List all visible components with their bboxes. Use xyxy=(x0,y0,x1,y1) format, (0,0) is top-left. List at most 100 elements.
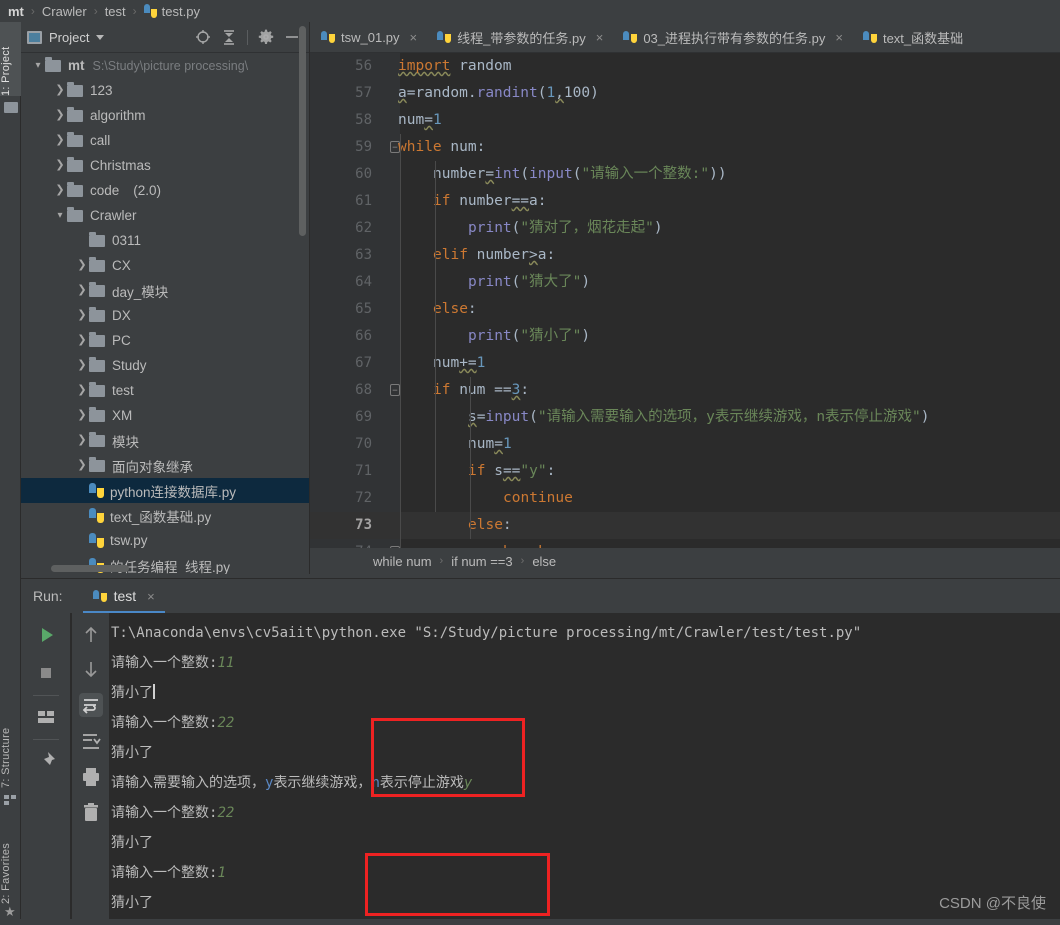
chevron-down-icon[interactable] xyxy=(96,34,105,40)
tree-item-0311[interactable]: 0311 xyxy=(21,228,310,253)
code-line-69[interactable]: 69 s=input("请输入需要输入的选项，y表示继续游戏，n表示停止游戏") xyxy=(310,404,1060,431)
chevron-right-icon[interactable]: ❯ xyxy=(75,335,89,346)
console-output[interactable]: T:\Anaconda\envs\cv5aiit\python.exe "S:/… xyxy=(111,613,1060,925)
chevron-right-icon[interactable]: ❯ xyxy=(75,385,89,396)
code-editor[interactable]: 56 import random 57 a=random.randint(1,100)… xyxy=(310,53,1060,548)
chevron-right-icon[interactable]: ❯ xyxy=(75,260,89,271)
tree-item-python连接数据库.py[interactable]: python连接数据库.py xyxy=(21,478,310,503)
chevron-right-icon[interactable]: ❯ xyxy=(75,285,89,296)
chevron-right-icon[interactable]: ❯ xyxy=(53,110,67,121)
code-token: : xyxy=(520,382,530,398)
tree-item-CX[interactable]: ❯ CX xyxy=(21,253,310,278)
run-icon[interactable] xyxy=(34,623,58,647)
chevron-down-icon[interactable]: ▾ xyxy=(53,210,67,221)
code-content[interactable]: 56 import random 57 a=random.randint(1,100)… xyxy=(310,53,1060,548)
chevron-down-icon[interactable]: ▾ xyxy=(31,60,45,71)
code-line-71[interactable]: 71 if s=="y": xyxy=(310,458,1060,485)
breadcrumb-item-test[interactable]: test xyxy=(105,4,126,19)
editor-tab-2[interactable]: 03_进程执行带有参数的任务.py × xyxy=(612,22,852,52)
tree-item-DX[interactable]: ❯ DX xyxy=(21,303,310,328)
code-line-73[interactable]: 73 else: xyxy=(310,512,1060,539)
tree-item-面向对象继承[interactable]: ❯ 面向对象继承 xyxy=(21,453,310,478)
code-line-72[interactable]: 72 continue xyxy=(310,485,1060,512)
close-icon[interactable]: × xyxy=(596,30,604,45)
code-line-58[interactable]: 58 num=1 xyxy=(310,107,1060,134)
chevron-right-icon[interactable]: ❯ xyxy=(75,410,89,421)
code-line-66[interactable]: 66 print("猜小了") xyxy=(310,323,1060,350)
code-line-67[interactable]: 67 num+=1 xyxy=(310,350,1060,377)
scroll-to-end-icon[interactable] xyxy=(79,729,103,753)
tree-item-code[interactable]: ❯ code (2.0) xyxy=(21,178,310,203)
close-icon[interactable]: × xyxy=(147,589,155,604)
chevron-right-icon[interactable]: ❯ xyxy=(53,185,67,196)
code-breadcrumb-item-1[interactable]: if num ==3 xyxy=(451,554,512,569)
editor-tab-3[interactable]: text_函数基础 xyxy=(852,22,972,52)
chevron-right-icon[interactable]: ❯ xyxy=(53,160,67,171)
code-line-61[interactable]: 61 if number==a: xyxy=(310,188,1060,215)
code-token: ( xyxy=(520,166,530,182)
tree-item-PC[interactable]: ❯ PC xyxy=(21,328,310,353)
breadcrumb-item-mt[interactable]: mt xyxy=(8,4,24,19)
sidebar-item-project[interactable]: 1: Project xyxy=(0,22,21,96)
code-line-68[interactable]: 68 − if num ==3: xyxy=(310,377,1060,404)
minimize-icon[interactable] xyxy=(284,29,300,45)
code-line-62[interactable]: 62 print("猜对了，烟花走起") xyxy=(310,215,1060,242)
code-line-63[interactable]: 63 elif number>a: xyxy=(310,242,1060,269)
breadcrumb-item-file[interactable]: test.py xyxy=(162,4,200,19)
chevron-right-icon[interactable]: ❯ xyxy=(75,460,89,471)
code-line-70[interactable]: 70 num=1 xyxy=(310,431,1060,458)
down-arrow-icon[interactable] xyxy=(79,657,103,681)
close-icon[interactable]: × xyxy=(410,30,418,45)
close-icon[interactable]: × xyxy=(835,30,843,45)
pin-icon[interactable] xyxy=(34,749,58,773)
tree-item-call[interactable]: ❯ call xyxy=(21,128,310,153)
sidebar-item-structure[interactable]: 7: Structure xyxy=(0,702,21,788)
editor-tab-0[interactable]: tsw_01.py × xyxy=(310,22,426,52)
sidebar-item-favorites[interactable]: 2: Favorites xyxy=(0,822,21,904)
gear-icon[interactable] xyxy=(258,29,274,45)
fold-toggle-icon[interactable]: − xyxy=(390,384,400,396)
code-line-56[interactable]: 56 import random xyxy=(310,53,1060,80)
tree-item-Christmas[interactable]: ❯ Christmas xyxy=(21,153,310,178)
up-arrow-icon[interactable] xyxy=(79,623,103,647)
code-line-64[interactable]: 64 print("猜大了") xyxy=(310,269,1060,296)
tree-item-XM[interactable]: ❯ XM xyxy=(21,403,310,428)
tree-item-123[interactable]: ❯ 123 xyxy=(21,78,310,103)
code-breadcrumb-item-0[interactable]: while num xyxy=(373,554,432,569)
collapse-all-icon[interactable] xyxy=(221,29,237,45)
tree-item-test[interactable]: ❯ test xyxy=(21,378,310,403)
code-breadcrumb-item-2[interactable]: else xyxy=(532,554,556,569)
code-line-57[interactable]: 57 a=random.randint(1,100) xyxy=(310,80,1060,107)
project-tree-scrollbar[interactable] xyxy=(299,26,306,236)
chevron-right-icon[interactable]: ❯ xyxy=(75,360,89,371)
soft-wrap-icon[interactable] xyxy=(78,693,103,717)
locate-icon[interactable] xyxy=(195,29,211,45)
layout-icon[interactable] xyxy=(34,705,58,729)
project-tree[interactable]: ▾ mt S:\Study\picture processing\ ❯ 123 ❯ algo… xyxy=(21,53,310,574)
code-line-74[interactable]: 74⌃break xyxy=(310,539,1060,548)
project-panel: Project ▾ mt S:\Study\picture processing… xyxy=(21,22,310,574)
tree-item-Study[interactable]: ❯ Study xyxy=(21,353,310,378)
run-tab-test[interactable]: test × xyxy=(82,579,165,614)
trash-icon[interactable] xyxy=(79,801,103,825)
code-line-59[interactable]: 59− while num: xyxy=(310,134,1060,161)
tree-item-tsw.py[interactable]: tsw.py xyxy=(21,528,310,553)
tree-item-mt[interactable]: ▾ mt S:\Study\picture processing\ xyxy=(21,53,310,78)
tree-item-Crawler[interactable]: ▾ Crawler xyxy=(21,203,310,228)
chevron-right-icon[interactable]: ❯ xyxy=(53,85,67,96)
tree-item-day_模块[interactable]: ❯ day_模块 xyxy=(21,278,310,303)
tree-item-algorithm[interactable]: ❯ algorithm xyxy=(21,103,310,128)
project-tree-hscrollbar[interactable] xyxy=(51,565,129,572)
chevron-right-icon[interactable]: ❯ xyxy=(75,310,89,321)
tree-item-模块[interactable]: ❯ 模块 xyxy=(21,428,310,453)
chevron-right-icon[interactable]: ❯ xyxy=(75,435,89,446)
tree-item-label: XM xyxy=(112,408,133,423)
editor-tab-1[interactable]: 线程_带参数的任务.py × xyxy=(426,22,612,52)
code-line-65[interactable]: 65 else: xyxy=(310,296,1060,323)
breadcrumb-item-crawler[interactable]: Crawler xyxy=(42,4,87,19)
code-line-60[interactable]: 60 number=int(input("请输入一个整数:")) xyxy=(310,161,1060,188)
chevron-right-icon[interactable]: ❯ xyxy=(53,135,67,146)
stop-icon[interactable] xyxy=(34,661,58,685)
tree-item-text_函数基础.py[interactable]: text_函数基础.py xyxy=(21,503,310,528)
print-icon[interactable] xyxy=(79,765,103,789)
